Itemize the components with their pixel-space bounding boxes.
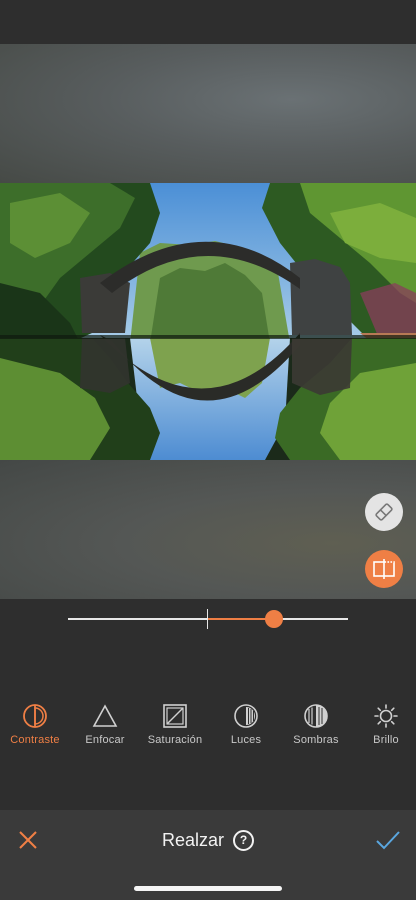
shadows-icon — [303, 703, 329, 729]
bottom-action-bar: Realzar ? — [0, 810, 416, 900]
tool-label: Sombras — [293, 734, 339, 746]
edited-photo — [0, 183, 416, 460]
blurred-background-top — [0, 44, 416, 183]
tool-list: Contraste Enfocar Saturación Luces Sombr… — [0, 703, 416, 749]
tool-label: Enfocar — [85, 734, 125, 746]
sharpen-triangle-icon — [92, 703, 118, 729]
title-group: Realzar ? — [0, 826, 416, 854]
confirm-button[interactable] — [374, 826, 402, 854]
tool-contraste[interactable]: Contraste — [0, 703, 70, 746]
slider-thumb[interactable] — [264, 610, 283, 628]
tool-brillo[interactable]: Brillo — [351, 703, 416, 746]
photo-canvas — [0, 44, 416, 599]
top-status-area — [0, 0, 416, 44]
highlights-icon — [233, 703, 259, 729]
tool-label: Brillo — [373, 734, 399, 746]
contrast-icon — [22, 703, 48, 729]
eraser-icon — [375, 503, 393, 521]
home-indicator — [134, 886, 282, 891]
tool-saturacion[interactable]: Saturación — [140, 703, 210, 746]
checkmark-icon — [376, 831, 400, 850]
blurred-background-bottom — [0, 460, 416, 599]
brightness-sun-icon — [373, 703, 399, 729]
help-icon[interactable]: ? — [233, 829, 255, 851]
slider-fill — [208, 618, 274, 620]
tool-luces[interactable]: Luces — [211, 703, 281, 746]
compare-button[interactable] — [365, 550, 403, 588]
saturation-icon — [162, 703, 188, 729]
tool-label: Contraste — [10, 734, 60, 746]
tool-label: Saturación — [147, 734, 203, 746]
adjustment-panel: Contraste Enfocar Saturación Luces Sombr… — [0, 599, 416, 810]
panel-title: Realzar — [161, 829, 225, 850]
tool-sombras[interactable]: Sombras — [281, 703, 351, 746]
compare-split-icon — [373, 559, 395, 579]
tool-label: Luces — [230, 734, 262, 746]
intensity-slider[interactable] — [68, 609, 348, 629]
tool-enfocar[interactable]: Enfocar — [70, 703, 140, 746]
eraser-button[interactable] — [365, 493, 403, 531]
